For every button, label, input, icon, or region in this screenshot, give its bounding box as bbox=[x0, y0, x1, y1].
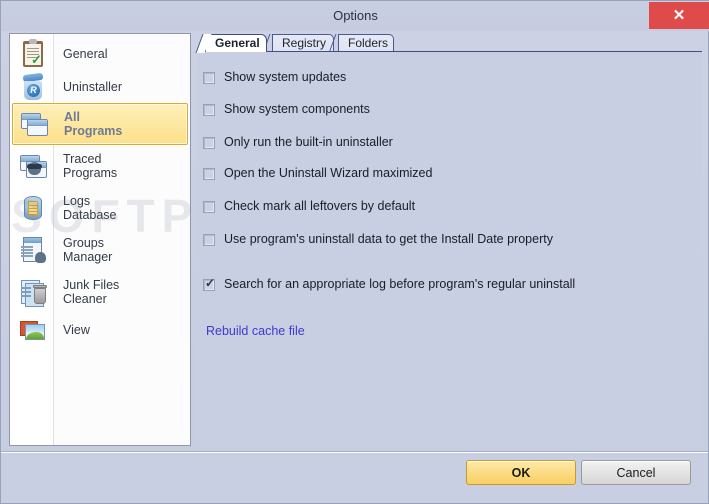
checkbox[interactable] bbox=[203, 137, 215, 149]
sidebar-item-label: Logs Database bbox=[63, 194, 117, 222]
tab-general[interactable]: General bbox=[195, 34, 267, 53]
tab-slant bbox=[195, 34, 212, 53]
checkbox[interactable] bbox=[203, 168, 215, 180]
option-label: Use program's uninstall data to get the … bbox=[224, 232, 553, 246]
title-bar: Options ✕ bbox=[1, 1, 709, 31]
tab-strip: General Registry Folders bbox=[195, 34, 702, 53]
picture-icon bbox=[18, 315, 48, 345]
sidebar-icon-slot: ✓ bbox=[12, 37, 52, 70]
sidebar-item-label: Junk Files Cleaner bbox=[63, 278, 120, 306]
database-icon bbox=[18, 193, 48, 223]
checkbox[interactable] bbox=[203, 234, 215, 246]
sidebar-item-label: View bbox=[63, 322, 90, 337]
sidebar-icon-slot bbox=[12, 187, 52, 229]
sidebar-item-label: General bbox=[63, 46, 108, 61]
option-show-system-components[interactable]: Show system components bbox=[203, 102, 370, 116]
sidebar-item-label: All Programs bbox=[64, 110, 123, 138]
sidebar-icon-slot bbox=[12, 313, 52, 346]
checkbox[interactable]: ✓ bbox=[203, 276, 216, 291]
rebuild-cache-file-link[interactable]: Rebuild cache file bbox=[206, 324, 305, 338]
sidebar-item-label: Traced Programs bbox=[63, 152, 118, 180]
option-use-uninstall-data-install-date[interactable]: Use program's uninstall data to get the … bbox=[203, 232, 553, 246]
option-check-mark-all-leftovers[interactable]: Check mark all leftovers by default bbox=[203, 199, 415, 213]
option-label: Show system updates bbox=[224, 70, 347, 84]
option-open-uninstall-wizard-maximized[interactable]: Open the Uninstall Wizard maximized bbox=[203, 166, 432, 180]
tab-label: General bbox=[215, 36, 260, 50]
sidebar-icon-slot bbox=[12, 229, 52, 271]
recycle-bin-icon: R bbox=[18, 72, 48, 102]
junk-files-icon bbox=[18, 277, 48, 307]
sidebar-item-uninstaller[interactable]: R Uninstaller bbox=[12, 70, 188, 103]
option-label: Check mark all leftovers by default bbox=[224, 199, 416, 213]
sidebar-item-traced-programs[interactable]: Traced Programs bbox=[12, 145, 188, 187]
sidebar-item-general[interactable]: ✓ General bbox=[12, 37, 188, 70]
sidebar-list: ✓ General R Uninstaller All Programs Tra… bbox=[10, 34, 190, 346]
sidebar-icon-slot bbox=[13, 103, 53, 145]
option-only-run-builtin-uninstaller[interactable]: Only run the built-in uninstaller bbox=[203, 135, 393, 149]
sidebar-item-groups-manager[interactable]: Groups Manager bbox=[12, 229, 188, 271]
windows-stack-icon bbox=[19, 109, 49, 139]
sidebar-icon-slot bbox=[12, 145, 52, 187]
spy-window-icon bbox=[18, 151, 48, 181]
sidebar-item-view[interactable]: View bbox=[12, 313, 188, 346]
sidebar-icon-slot: R bbox=[12, 70, 52, 103]
sidebar-item-all-programs[interactable]: All Programs bbox=[12, 103, 188, 145]
window-title: Options bbox=[333, 8, 378, 23]
sidebar-item-junk-files-cleaner[interactable]: Junk Files Cleaner bbox=[12, 271, 188, 313]
clipboard-check-icon: ✓ bbox=[18, 38, 48, 69]
close-icon: ✕ bbox=[672, 7, 686, 24]
sidebar-item-label: Groups Manager bbox=[63, 236, 113, 264]
document-user-icon bbox=[18, 235, 48, 265]
close-button[interactable]: ✕ bbox=[649, 2, 709, 29]
general-settings-panel: Show system updates Show system componen… bbox=[197, 52, 702, 446]
ok-button[interactable]: OK bbox=[466, 460, 576, 485]
sidebar-icon-slot bbox=[12, 271, 52, 313]
checkbox[interactable] bbox=[203, 104, 215, 116]
option-label: Search for an appropriate log before pro… bbox=[224, 277, 576, 291]
checkbox[interactable] bbox=[203, 201, 215, 213]
cancel-button[interactable]: Cancel bbox=[581, 460, 691, 485]
option-show-system-updates[interactable]: Show system updates bbox=[203, 70, 346, 84]
options-dialog: Options ✕ ✓ General R Uninstaller All Pr… bbox=[0, 0, 709, 504]
option-label: Open the Uninstall Wizard maximized bbox=[224, 166, 433, 180]
sidebar: ✓ General R Uninstaller All Programs Tra… bbox=[9, 33, 191, 446]
tab-label: Registry bbox=[282, 36, 327, 50]
tab-registry[interactable]: Registry bbox=[262, 34, 334, 53]
option-label: Only run the built-in uninstaller bbox=[224, 135, 393, 149]
tab-label: Folders bbox=[348, 36, 389, 50]
tab-folders[interactable]: Folders bbox=[328, 34, 394, 53]
sidebar-item-label: Uninstaller bbox=[63, 79, 123, 94]
option-label: Show system components bbox=[224, 102, 370, 116]
check-icon: ✓ bbox=[205, 276, 216, 290]
checkbox[interactable] bbox=[203, 72, 215, 84]
option-search-appropriate-log[interactable]: ✓ Search for an appropriate log before p… bbox=[203, 277, 575, 291]
sidebar-item-logs-database[interactable]: Logs Database bbox=[12, 187, 188, 229]
